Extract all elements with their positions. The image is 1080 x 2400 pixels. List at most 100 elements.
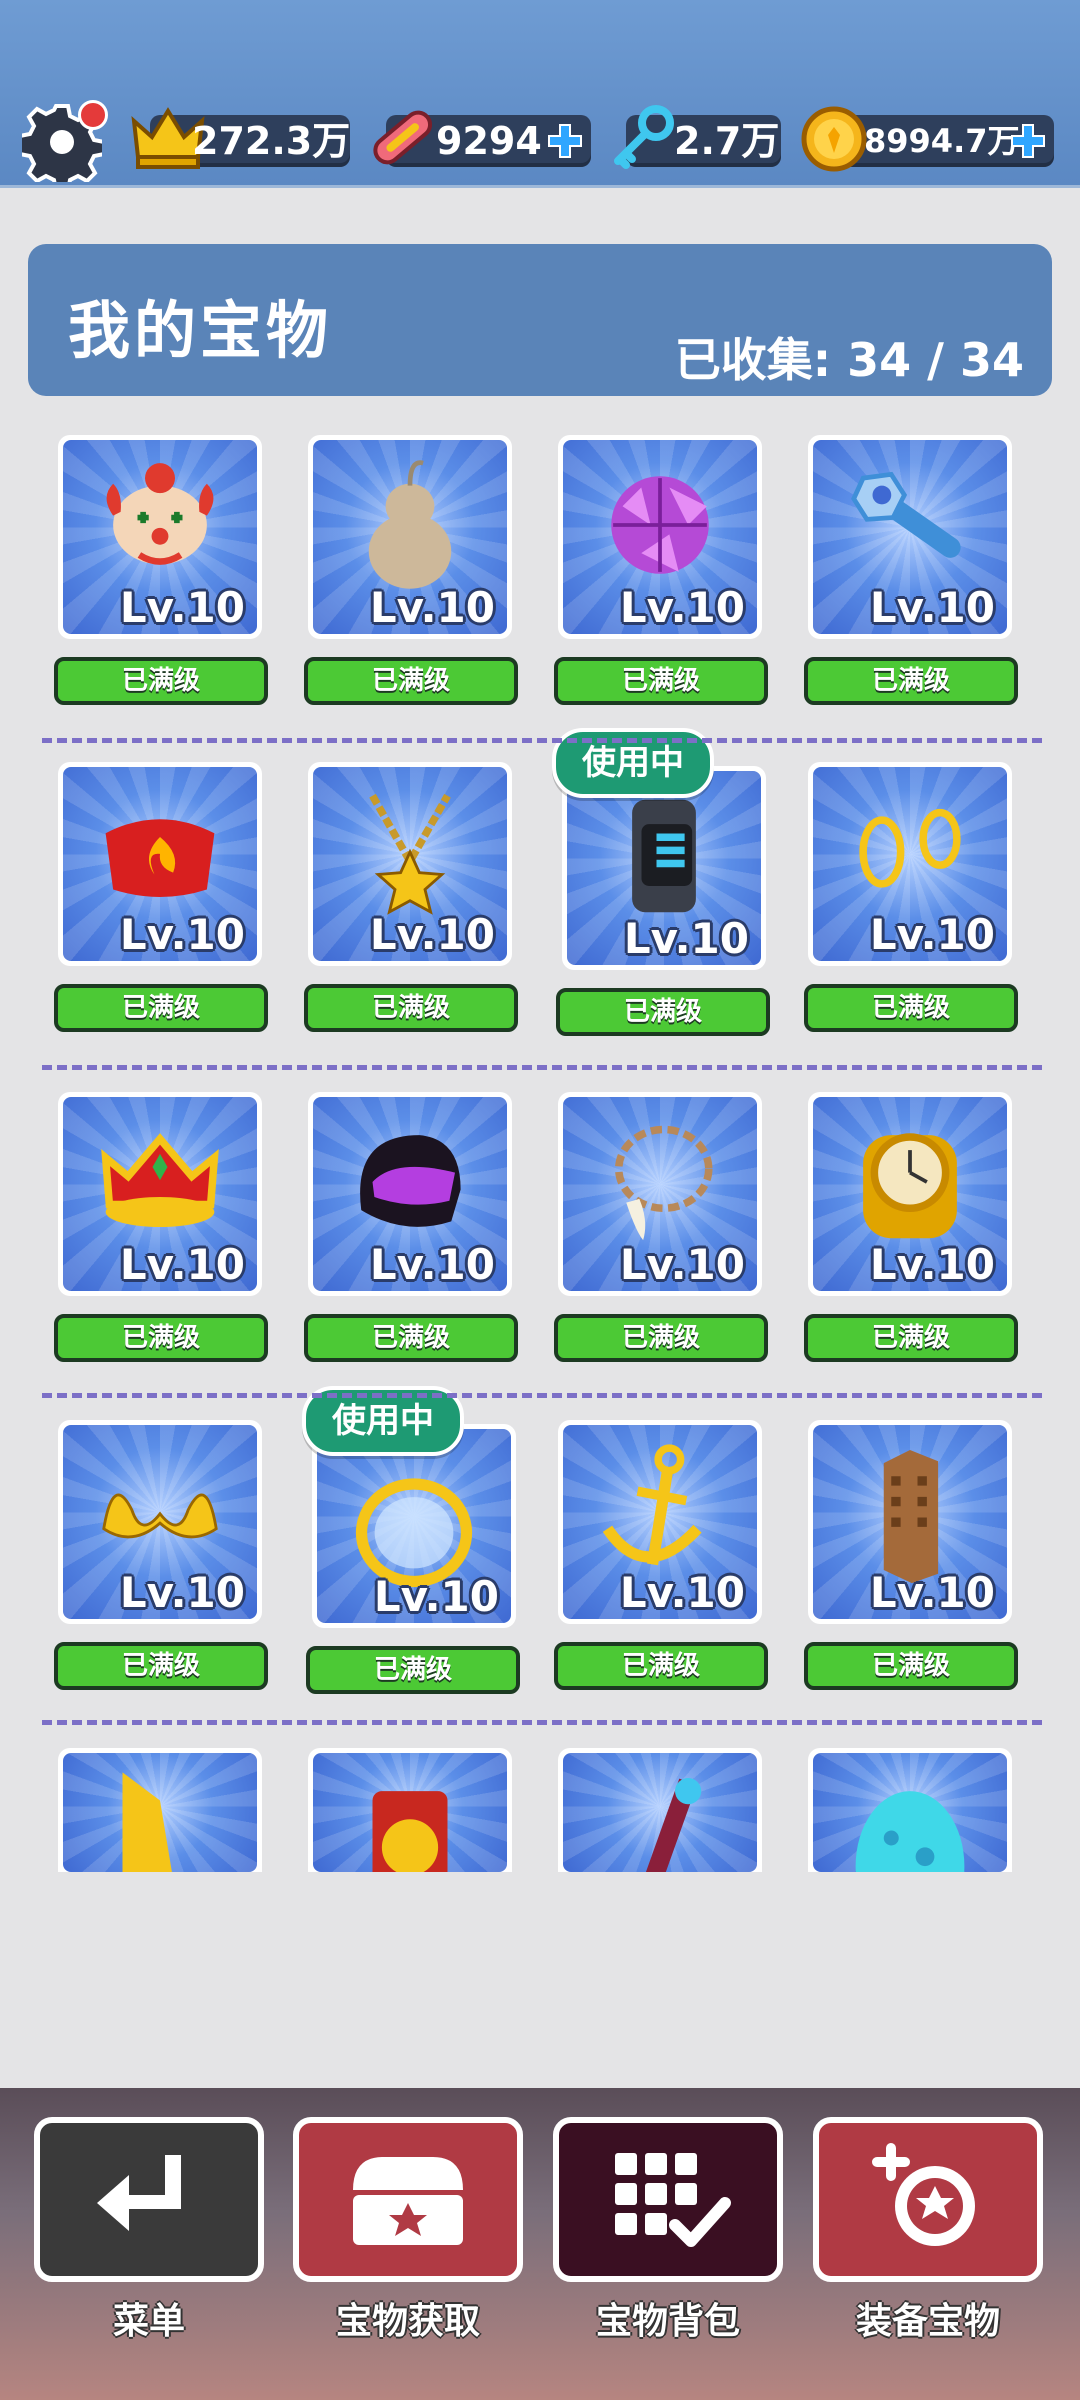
max-level-button[interactable]: 已满级: [556, 988, 770, 1036]
treasure-card-fire-hat[interactable]: Lv.10: [58, 762, 262, 966]
max-level-button[interactable]: 已满级: [54, 984, 268, 1032]
max-level-button[interactable]: 已满级: [306, 1646, 520, 1694]
level-label: Lv.10: [619, 1240, 745, 1289]
return-arrow-icon: [97, 2154, 181, 2231]
board-counter: 9294: [373, 110, 591, 167]
level-label: Lv.10: [369, 910, 495, 959]
purple-crystal-ball-icon: [611, 476, 709, 574]
treasure-card-gold-horn[interactable]: [58, 1748, 262, 1872]
level-label: Lv.10: [619, 1568, 745, 1617]
gold-earrings-icon: [859, 808, 961, 888]
panel-title: 我的宝物: [68, 294, 333, 367]
hoverboard-icon: [373, 110, 433, 165]
level-label: Lv.10: [369, 1240, 495, 1289]
max-level-button[interactable]: 已满级: [804, 1314, 1018, 1362]
purple-helmet-icon: [360, 1135, 461, 1227]
level-label: Lv.10: [869, 1240, 995, 1289]
clown-mask-icon: [106, 463, 214, 565]
treasure-card-red-staff[interactable]: [558, 1748, 762, 1872]
level-label: Lv.10: [869, 1568, 995, 1617]
treasure-card-gold-earrings[interactable]: Lv.10: [808, 762, 1012, 966]
equip-treasure-icon: [872, 2142, 975, 2246]
treasure-card-skyscraper[interactable]: Lv.10: [808, 1420, 1012, 1624]
gold-crown-icon: [101, 1133, 219, 1227]
menu-button[interactable]: [34, 2117, 264, 2282]
treasure-card-gourd[interactable]: Lv.10: [308, 435, 512, 639]
crown-counter: 272.3万: [131, 107, 350, 169]
treasure-card-purple-helmet[interactable]: Lv.10: [308, 1092, 512, 1296]
add-boards-plus-icon[interactable]: [545, 121, 585, 161]
gold-anchor-icon: [602, 1444, 702, 1566]
treasure-acquire-label: 宝物获取: [335, 2301, 480, 2342]
treasure-bag-button[interactable]: [553, 2117, 783, 2282]
treasure-card-star-necklace[interactable]: Lv.10: [308, 762, 512, 966]
treasure-card-purple-crystal-ball[interactable]: Lv.10: [558, 435, 762, 639]
row-divider: [42, 1065, 1042, 1070]
max-level-button[interactable]: 已满级: [54, 1642, 268, 1690]
max-level-button[interactable]: 已满级: [54, 1314, 268, 1362]
treasure-card-gold-mustache[interactable]: Lv.10: [58, 1420, 262, 1624]
coin-counter: 8994.7万: [801, 106, 1054, 172]
gold-horn-icon: [122, 1772, 172, 1872]
add-coins-plus-icon[interactable]: [1008, 121, 1048, 161]
treasure-card-blue-wrench[interactable]: Lv.10: [808, 435, 1012, 639]
level-label: Lv.10: [119, 583, 245, 632]
red-idol-icon: [372, 1791, 448, 1872]
board-value: 9294: [436, 119, 542, 163]
max-level-button[interactable]: 已满级: [554, 1642, 768, 1690]
notification-dot: [78, 100, 108, 130]
level-label: Lv.10: [119, 1240, 245, 1289]
treasure-card-gold-anchor[interactable]: Lv.10: [558, 1420, 762, 1624]
max-level-button[interactable]: 已满级: [804, 657, 1018, 705]
gold-watch-icon: [863, 1133, 957, 1239]
row-divider: [42, 738, 1042, 743]
treasure-card-gold-watch[interactable]: Lv.10: [808, 1092, 1012, 1296]
level-label: Lv.10: [119, 910, 245, 959]
equip-treasure-button[interactable]: [813, 2117, 1043, 2282]
equip-treasure-label: 装备宝物: [855, 2301, 1000, 2342]
gourd-icon: [368, 460, 452, 589]
treasure-bag-label: 宝物背包: [595, 2301, 740, 2342]
max-level-button[interactable]: 已满级: [554, 1314, 768, 1362]
treasure-card-gold-crown[interactable]: Lv.10: [58, 1092, 262, 1296]
max-level-button[interactable]: 已满级: [304, 984, 518, 1032]
level-label: Lv.10: [619, 583, 745, 632]
collected-value: 34 / 34: [847, 333, 1024, 387]
star-necklace-icon: [369, 793, 451, 915]
coin-icon: [801, 106, 867, 172]
max-level-button[interactable]: 已满级: [804, 984, 1018, 1032]
coin-value: 8994.7万: [864, 122, 1020, 160]
cyan-egg-icon: [855, 1791, 965, 1872]
collected-count: 已收集: 34 / 34: [675, 324, 1024, 390]
level-label: Lv.10: [623, 914, 749, 963]
treasure-card-red-idol[interactable]: [308, 1748, 512, 1872]
max-level-button[interactable]: 已满级: [304, 657, 518, 705]
treasure-panel-header: 我的宝物 已收集: 34 / 34: [28, 244, 1052, 396]
menu-label: 菜单: [112, 2301, 185, 2342]
grid-check-icon: [615, 2152, 731, 2247]
key-icon: [614, 105, 674, 169]
max-level-button[interactable]: 已满级: [54, 657, 268, 705]
key-counter: 2.7万: [614, 105, 781, 169]
row-divider: [42, 1720, 1042, 1725]
collected-label: 已收集:: [674, 333, 832, 387]
key-value: 2.7万: [674, 119, 780, 163]
level-label: Lv.10: [869, 583, 995, 632]
treasure-card-tooth-necklace[interactable]: Lv.10: [558, 1092, 762, 1296]
level-label: Lv.10: [119, 1568, 245, 1617]
blue-wrench-icon: [851, 471, 961, 558]
gold-ring-icon: [355, 1478, 473, 1588]
red-staff-icon: [645, 1778, 702, 1872]
treasure-card-clown-mask[interactable]: Lv.10: [58, 435, 262, 639]
row-divider: [42, 1393, 1042, 1398]
max-level-button[interactable]: 已满级: [554, 657, 768, 705]
treasure-card-cyan-egg[interactable]: [808, 1748, 1012, 1872]
max-level-button[interactable]: 已满级: [304, 1314, 518, 1362]
level-label: Lv.10: [373, 1572, 499, 1621]
treasure-chest-icon: [353, 2156, 463, 2245]
max-level-button[interactable]: 已满级: [804, 1642, 1018, 1690]
fire-hat-icon: [105, 819, 215, 897]
top-bar: 272.3万 9294 2.7万 8994.7万: [0, 0, 1080, 188]
smart-watch-icon: [632, 799, 696, 913]
treasure-acquire-button[interactable]: [293, 2117, 523, 2282]
